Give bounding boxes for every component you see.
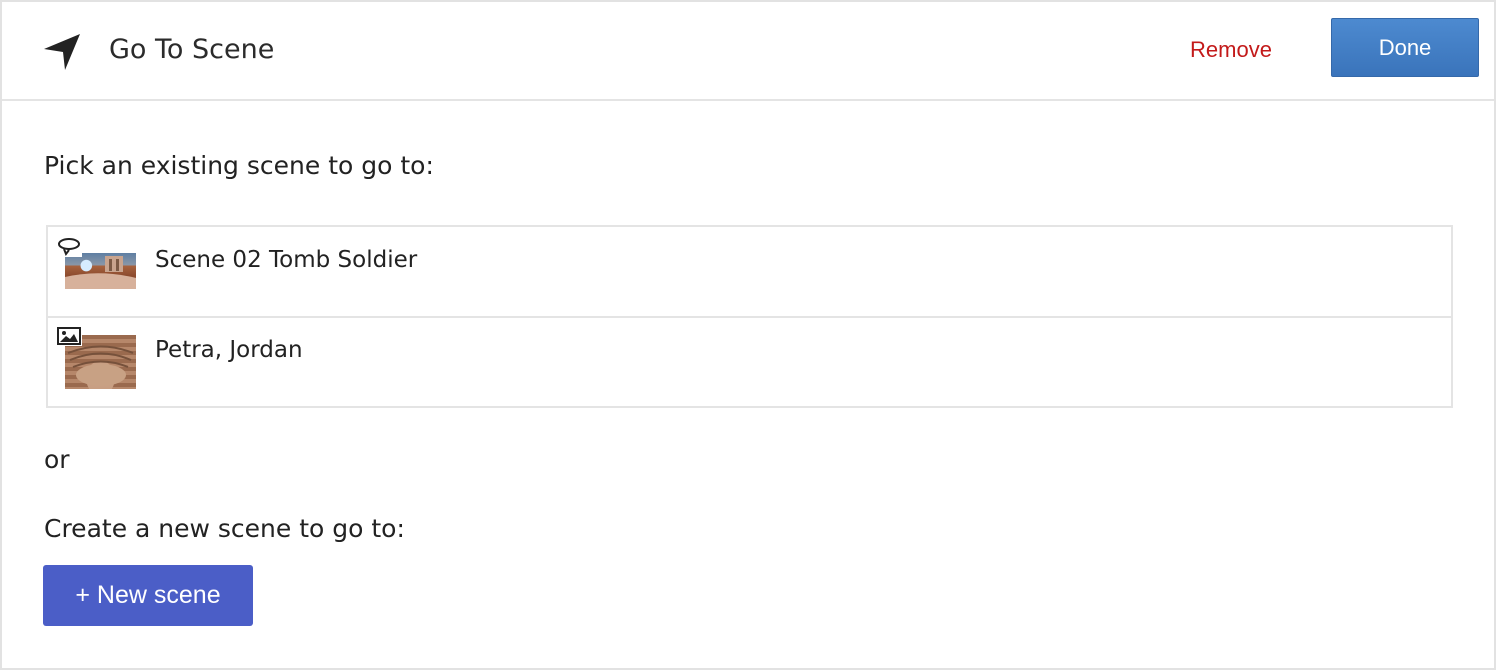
scene-thumbnail [65,253,136,289]
pick-scene-prompt: Pick an existing scene to go to: [44,151,434,180]
scene-item[interactable]: Petra, Jordan [48,318,1451,407]
scene-name: Scene 02 Tomb Soldier [155,247,418,273]
scene-name: Petra, Jordan [155,337,303,363]
scene-item[interactable]: Scene 02 Tomb Soldier [48,227,1451,318]
panorama-icon [56,237,82,257]
go-to-scene-dialog: Go To Scene Remove Done Pick an existing… [0,0,1496,670]
done-button[interactable]: Done [1331,18,1479,77]
navigation-arrow-icon [44,34,80,70]
create-scene-prompt: Create a new scene to go to: [44,514,405,543]
dialog-header: Go To Scene Remove Done [2,2,1494,101]
remove-button[interactable]: Remove [1172,30,1290,70]
scene-list: Scene 02 Tomb Soldier Petra, Jordan [46,225,1453,408]
new-scene-button[interactable]: + New scene [43,565,253,626]
or-separator: or [44,445,70,474]
image-icon [56,326,82,346]
dialog-title: Go To Scene [109,34,275,65]
